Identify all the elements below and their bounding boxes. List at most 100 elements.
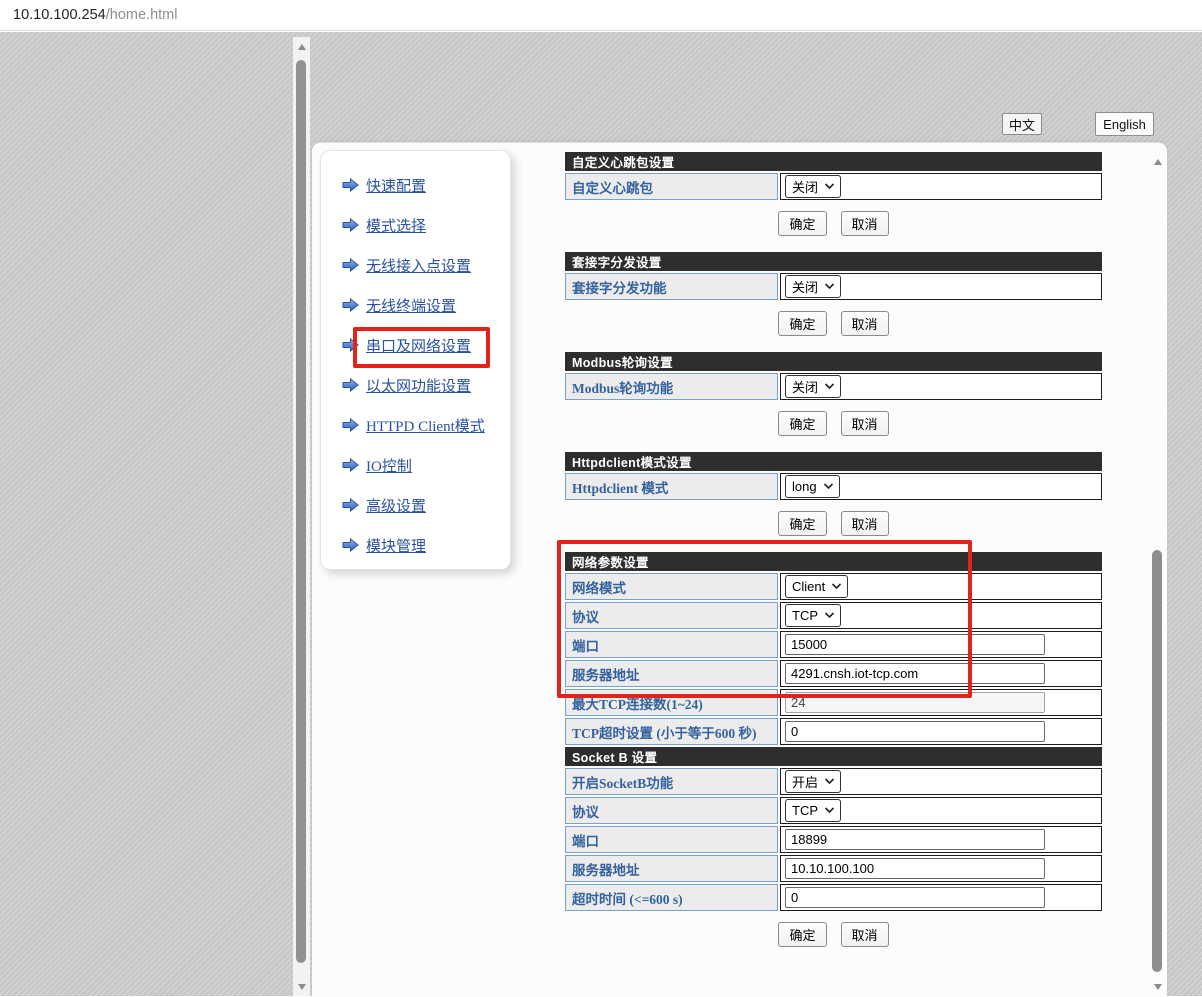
scroll-down-icon[interactable]	[1149, 979, 1166, 994]
dropdown-select[interactable]: long	[785, 475, 840, 498]
inner-scrollbar-thumb[interactable]	[1152, 550, 1162, 972]
setting-label: 网络模式	[565, 573, 778, 600]
text-input[interactable]: 0	[785, 721, 1045, 742]
sidebar-item-8[interactable]: 高级设置	[321, 485, 510, 525]
sidebar-item-6[interactable]: HTTPD Client模式	[321, 405, 510, 445]
url-host: 10.10.100.254	[13, 7, 106, 23]
menu-arrow-icon	[342, 498, 359, 512]
outer-vertical-scrollbar[interactable]	[293, 37, 310, 996]
section-0: 自定义心跳包设置自定义心跳包关闭确定取消	[565, 152, 1102, 236]
setting-value-cell: 关闭	[780, 273, 1102, 300]
inner-vertical-scrollbar[interactable]	[1149, 150, 1166, 996]
ok-button[interactable]: 确定	[778, 511, 826, 536]
setting-label: 协议	[565, 602, 778, 629]
setting-row: 网络模式 Client	[565, 573, 1102, 600]
setting-label: Modbus轮询功能	[565, 373, 778, 400]
sidebar-link[interactable]: 以太网功能设置	[366, 375, 471, 396]
setting-label: 端口	[565, 631, 778, 658]
setting-label: 自定义心跳包	[565, 173, 778, 200]
sidebar-menu: 快速配置模式选择无线接入点设置无线终端设置串口及网络设置以太网功能设置 HTTPD…	[320, 150, 511, 570]
dropdown-select[interactable]: 关闭	[785, 275, 841, 298]
ok-button[interactable]: 确定	[778, 411, 826, 436]
cancel-button[interactable]: 取消	[841, 211, 889, 236]
setting-label: 套接字分发功能	[565, 273, 778, 300]
setting-value-cell: 10.10.100.100	[780, 855, 1102, 882]
dropdown-value: TCP	[792, 803, 818, 818]
section-header: 网络参数设置	[565, 552, 1102, 571]
scroll-up-icon[interactable]	[293, 39, 310, 54]
chevron-down-icon	[824, 807, 835, 814]
text-input[interactable]: 18899	[785, 829, 1045, 850]
dropdown-select[interactable]: 关闭	[785, 175, 841, 198]
menu-arrow-icon	[342, 378, 359, 392]
outer-scrollbar-thumb[interactable]	[296, 60, 306, 963]
sidebar-item-1[interactable]: 模式选择	[321, 205, 510, 245]
sidebar-link[interactable]: IO控制	[366, 455, 412, 476]
sidebar-link[interactable]: 串口及网络设置	[366, 335, 471, 356]
sidebar-item-7[interactable]: IO控制	[321, 445, 510, 485]
dropdown-select[interactable]: 开启	[785, 770, 841, 793]
sidebar-item-4[interactable]: 串口及网络设置	[321, 325, 510, 365]
dropdown-value: Client	[792, 579, 825, 594]
setting-label: 超时时间 (<=600 s)	[565, 884, 778, 911]
sidebar-link[interactable]: 无线接入点设置	[366, 255, 471, 276]
ok-button[interactable]: 确定	[778, 922, 826, 947]
sidebar-item-5[interactable]: 以太网功能设置	[321, 365, 510, 405]
ok-button[interactable]: 确定	[778, 211, 826, 236]
sidebar-item-0[interactable]: 快速配置	[321, 165, 510, 205]
chinese-language-button[interactable]: 中文	[1002, 113, 1042, 135]
section-header: Httpdclient模式设置	[565, 452, 1102, 471]
actions-row: 确定取消	[565, 311, 1102, 336]
sidebar-item-2[interactable]: 无线接入点设置	[321, 245, 510, 285]
setting-label: 服务器地址	[565, 855, 778, 882]
url-path: /home.html	[106, 7, 178, 23]
page-root: 10.10.100.254/home.html 中文 English 快速配置模…	[0, 0, 1202, 996]
dropdown-select[interactable]: TCP	[785, 604, 841, 627]
cancel-button[interactable]: 取消	[841, 511, 889, 536]
setting-row: 协议 TCP	[565, 602, 1102, 629]
actions-row: 确定取消	[565, 922, 1102, 947]
text-input[interactable]: 0	[785, 887, 1045, 908]
cancel-button[interactable]: 取消	[841, 922, 889, 947]
dropdown-select[interactable]: Client	[785, 575, 848, 598]
dropdown-value: 关闭	[792, 377, 818, 396]
section-2: Modbus轮询设置 Modbus轮询功能关闭确定取消	[565, 352, 1102, 436]
setting-label: 端口	[565, 826, 778, 853]
sidebar-link[interactable]: 模式选择	[366, 215, 426, 236]
setting-value-cell: TCP	[780, 602, 1102, 629]
sidebar-link[interactable]: 无线终端设置	[366, 295, 456, 316]
section-header: Socket B 设置	[565, 747, 1102, 766]
scroll-down-icon[interactable]	[293, 979, 310, 994]
scroll-up-icon[interactable]	[1149, 154, 1166, 169]
sidebar-link[interactable]: 模块管理	[366, 535, 426, 556]
cancel-button[interactable]: 取消	[841, 311, 889, 336]
setting-row: TCP超时设置 (小于等于600 秒)0	[565, 718, 1102, 745]
dropdown-select[interactable]: TCP	[785, 799, 841, 822]
setting-row: 最大TCP连接数(1~24)24	[565, 689, 1102, 716]
sidebar-item-3[interactable]: 无线终端设置	[321, 285, 510, 325]
setting-row: 端口 18899	[565, 826, 1102, 853]
text-input[interactable]: 15000	[785, 634, 1045, 655]
menu-arrow-icon	[342, 258, 359, 272]
browser-address-bar[interactable]: 10.10.100.254/home.html	[0, 0, 1202, 31]
text-input[interactable]: 10.10.100.100	[785, 858, 1045, 879]
setting-row: 协议TCP	[565, 797, 1102, 824]
setting-value-cell: 关闭	[780, 373, 1102, 400]
ok-button[interactable]: 确定	[778, 311, 826, 336]
setting-value-cell: 4291.cnsh.iot-tcp.com	[780, 660, 1102, 687]
sidebar-link[interactable]: HTTPD Client模式	[366, 415, 485, 436]
sidebar-link[interactable]: 快速配置	[366, 175, 426, 196]
sidebar-link[interactable]: 高级设置	[366, 495, 426, 516]
english-language-button[interactable]: English	[1095, 112, 1154, 136]
cancel-button[interactable]: 取消	[841, 411, 889, 436]
setting-value-cell: TCP	[780, 797, 1102, 824]
menu-arrow-icon	[342, 538, 359, 552]
text-input[interactable]: 4291.cnsh.iot-tcp.com	[785, 663, 1045, 684]
chevron-down-icon	[824, 283, 835, 290]
section-header: Modbus轮询设置	[565, 352, 1102, 371]
dropdown-select[interactable]: 关闭	[785, 375, 841, 398]
setting-value-cell: 15000	[780, 631, 1102, 658]
chevron-down-icon	[824, 778, 835, 785]
menu-arrow-icon	[342, 338, 359, 352]
sidebar-item-9[interactable]: 模块管理	[321, 525, 510, 565]
